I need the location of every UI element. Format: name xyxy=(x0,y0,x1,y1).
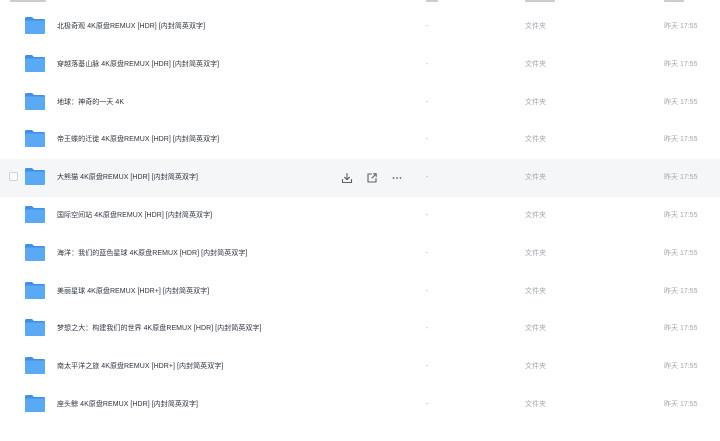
file-row[interactable]: 帝王蝶的迁徙 4K原盘REMUX [HDR] [内封简英双字] - 文件夹 昨天… xyxy=(0,121,720,159)
file-size: - xyxy=(426,249,429,257)
folder-icon xyxy=(24,318,46,337)
file-row[interactable]: 穿越落基山脉 4K原盘REMUX [HDR] [内封简英双字] - 文件夹 昨天… xyxy=(0,46,720,84)
modified-time: 昨天 17:55 xyxy=(664,363,698,371)
folder-icon xyxy=(24,243,46,262)
modified-time: 昨天 17:55 xyxy=(664,98,698,106)
modified-time: 昨天 17:55 xyxy=(664,325,698,333)
file-name[interactable]: 梦想之大：构建我们的世界 4K原盘REMUX [HDR] [内封简英双字] xyxy=(57,310,261,348)
modified-time: 昨天 17:55 xyxy=(664,60,698,68)
file-name[interactable]: 海洋：我们的蓝色星球 4K原盘REMUX [HDR] [内封简英双字] xyxy=(57,235,247,273)
row-checkbox[interactable] xyxy=(9,172,18,182)
file-name[interactable]: 美丽星球 4K原盘REMUX [HDR+] [内封简英双字] xyxy=(57,273,209,311)
file-type: 文件夹 xyxy=(525,23,546,30)
file-size: - xyxy=(426,287,429,295)
file-name[interactable]: 北极奇观 4K原盘REMUX [HDR] [内封简英双字] xyxy=(57,8,205,46)
file-size: - xyxy=(426,325,429,333)
file-size: - xyxy=(426,60,429,68)
file-row[interactable]: 美丽星球 4K原盘REMUX [HDR+] [内封简英双字] - 文件夹 昨天 … xyxy=(0,273,720,311)
file-row[interactable]: 南太平洋之旅 4K原盘REMUX [HDR+] [内封简英双字] - 文件夹 昨… xyxy=(0,348,720,386)
column-header-cutoff xyxy=(0,0,720,6)
file-size: - xyxy=(426,98,429,106)
file-name[interactable]: 南太平洋之旅 4K原盘REMUX [HDR+] [内封简英双字] xyxy=(57,348,223,386)
file-row[interactable]: 北极奇观 4K原盘REMUX [HDR] [内封简英双字] - 文件夹 昨天 1… xyxy=(0,8,720,46)
folder-icon xyxy=(24,205,46,224)
folder-icon xyxy=(24,129,46,148)
folder-icon xyxy=(24,92,46,111)
file-type: 文件夹 xyxy=(525,325,546,333)
more-icon[interactable] xyxy=(390,171,404,185)
file-type: 文件夹 xyxy=(525,98,546,106)
file-row[interactable]: 梦想之大：构建我们的世界 4K原盘REMUX [HDR] [内封简英双字] - … xyxy=(0,310,720,348)
modified-time: 昨天 17:55 xyxy=(664,249,698,257)
folder-icon xyxy=(24,16,46,35)
file-name[interactable]: 穿越落基山脉 4K原盘REMUX [HDR] [内封简英双字] xyxy=(57,46,219,84)
modified-time: 昨天 17:55 xyxy=(664,23,698,30)
file-type: 文件夹 xyxy=(525,60,546,68)
modified-time: 昨天 17:55 xyxy=(664,136,698,144)
folder-icon xyxy=(24,167,46,186)
file-row[interactable]: 地球：神奇的一天 4K - 文件夹 昨天 17:55 xyxy=(0,84,720,122)
modified-time: 昨天 17:55 xyxy=(664,287,698,295)
folder-icon xyxy=(24,394,46,413)
folder-icon xyxy=(24,54,46,73)
modified-time: 昨天 17:55 xyxy=(664,400,698,408)
file-row[interactable]: 大熊猫 4K原盘REMUX [HDR] [内封简英双字] - 文件夹 昨天 17… xyxy=(0,159,720,197)
file-size: - xyxy=(426,136,429,144)
share-icon[interactable] xyxy=(365,171,379,185)
folder-icon xyxy=(24,281,46,300)
file-type: 文件夹 xyxy=(525,363,546,371)
file-size: - xyxy=(426,23,429,30)
file-type: 文件夹 xyxy=(525,136,546,144)
file-type: 文件夹 xyxy=(525,174,546,182)
file-name[interactable]: 地球：神奇的一天 4K xyxy=(57,84,124,122)
file-name[interactable]: 大熊猫 4K原盘REMUX [HDR] [内封简英双字] xyxy=(57,159,198,197)
file-name[interactable]: 国际空间站 4K原盘REMUX [HDR] [内封简英双字] xyxy=(57,197,212,235)
file-name[interactable]: 帝王蝶的迁徙 4K原盘REMUX [HDR] [内封简英双字] xyxy=(57,121,219,159)
file-type: 文件夹 xyxy=(525,287,546,295)
file-row[interactable]: 海洋：我们的蓝色星球 4K原盘REMUX [HDR] [内封简英双字] - 文件… xyxy=(0,235,720,273)
file-size: - xyxy=(426,400,429,408)
file-type: 文件夹 xyxy=(525,400,546,408)
modified-time: 昨天 17:55 xyxy=(664,211,698,219)
file-name[interactable]: 座头鲸 4K原盘REMUX [HDR] [内封简英双字] xyxy=(57,386,198,424)
folder-icon xyxy=(24,356,46,375)
file-type: 文件夹 xyxy=(525,211,546,219)
modified-time: 昨天 17:55 xyxy=(664,174,698,182)
file-size: - xyxy=(426,174,429,182)
download-icon[interactable] xyxy=(340,171,354,185)
file-list: 北极奇观 4K原盘REMUX [HDR] [内封简英双字] - 文件夹 昨天 1… xyxy=(0,8,720,424)
file-row[interactable]: 国际空间站 4K原盘REMUX [HDR] [内封简英双字] - 文件夹 昨天 … xyxy=(0,197,720,235)
file-type: 文件夹 xyxy=(525,249,546,257)
file-size: - xyxy=(426,363,429,371)
file-size: - xyxy=(426,211,429,219)
file-row[interactable]: 座头鲸 4K原盘REMUX [HDR] [内封简英双字] - 文件夹 昨天 17… xyxy=(0,386,720,424)
